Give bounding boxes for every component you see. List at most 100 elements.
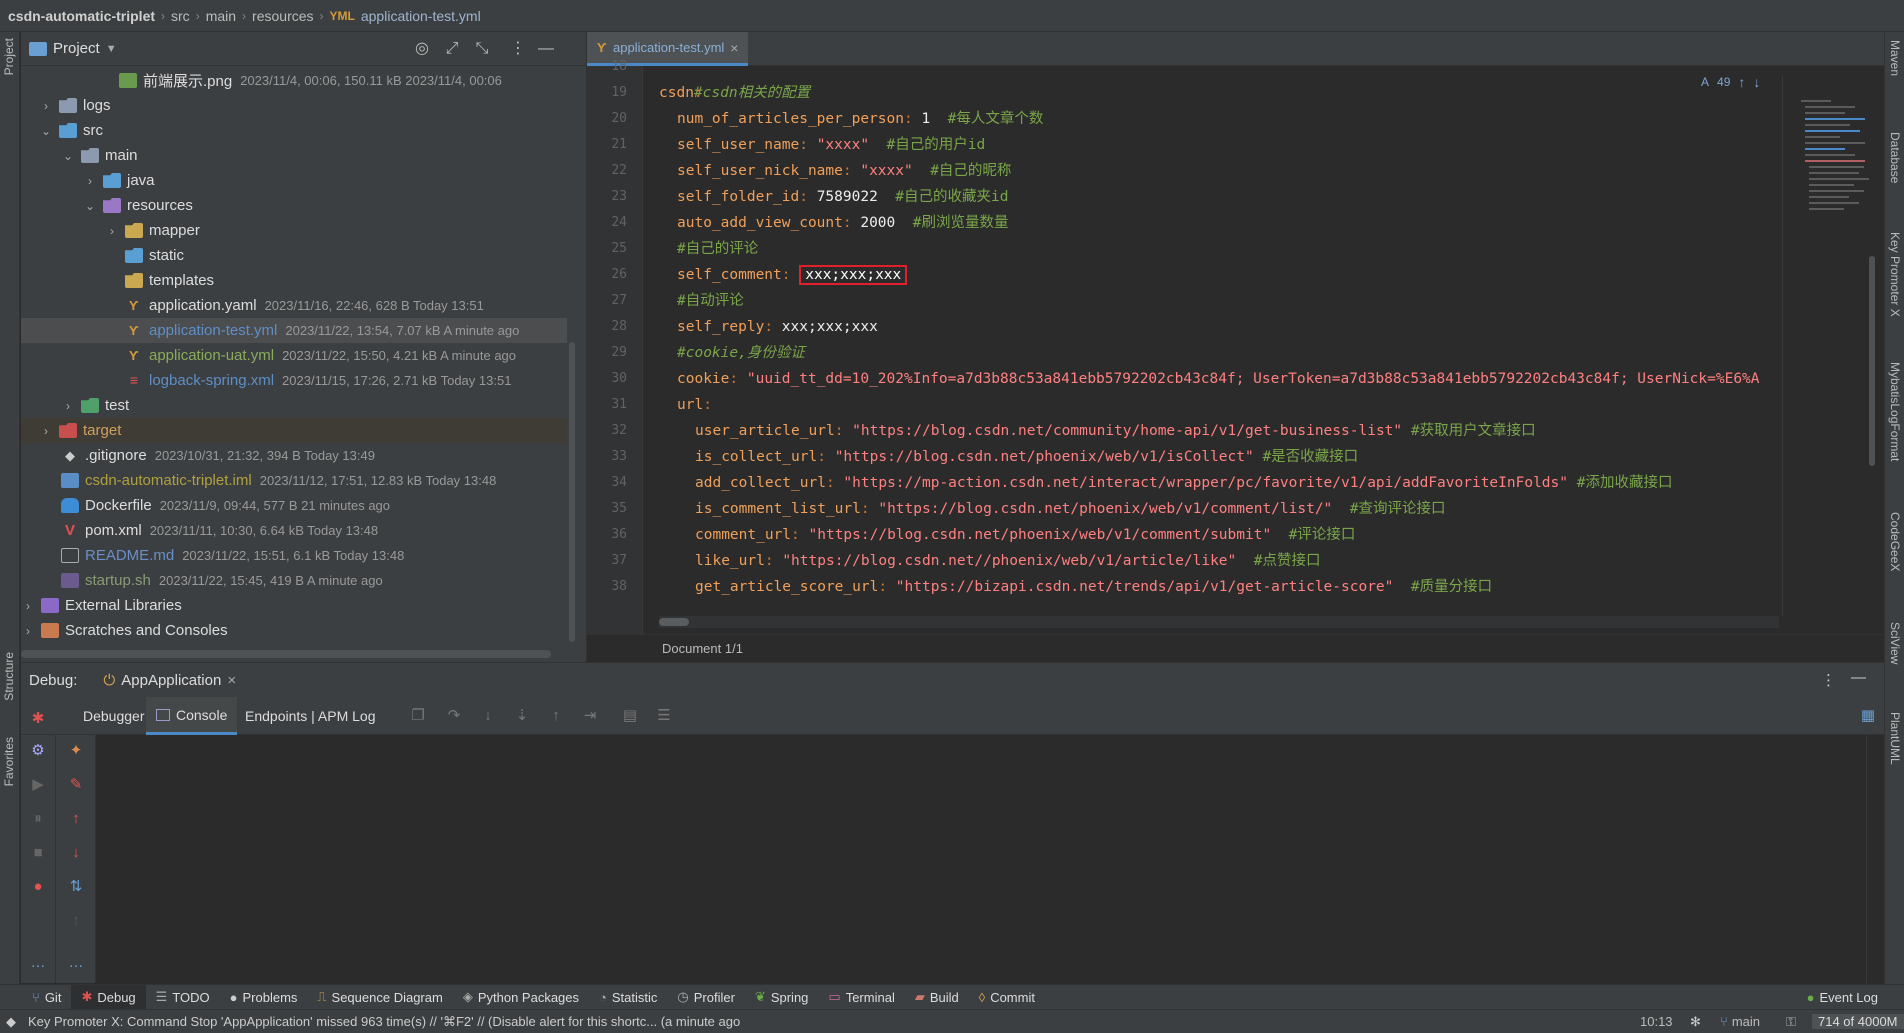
tool-statistic[interactable]: ◔ Statistic xyxy=(589,985,667,1010)
pause-icon[interactable]: ⏸ xyxy=(28,809,48,829)
breadcrumb-project[interactable]: csdn-automatic-triplet xyxy=(8,8,155,24)
tree-item-static[interactable]: static xyxy=(21,243,567,268)
tool-commit[interactable]: ◊ Commit xyxy=(969,985,1045,1010)
tab-endpoints-apm-log[interactable]: Endpoints | APM Log xyxy=(235,697,386,735)
scroll-to-top-icon[interactable]: ↑ xyxy=(66,911,86,931)
hide-panel-icon[interactable]: — xyxy=(537,40,555,58)
vertical-scrollbar[interactable] xyxy=(569,342,575,642)
ide-status-icon[interactable]: ✻ xyxy=(1690,1014,1701,1030)
step-over-icon[interactable]: ↷ xyxy=(445,707,463,725)
expand-all-icon[interactable]: ⤢ xyxy=(443,40,461,58)
chevron-down-icon[interactable]: ⌄ xyxy=(83,199,97,213)
tree-item-java[interactable]: › java xyxy=(21,168,567,193)
mybatis-log-tool-tab[interactable]: MybatisLogFormat xyxy=(1888,362,1902,461)
chevron-right-icon[interactable]: › xyxy=(61,399,75,413)
editor-horizontal-scrollbar[interactable] xyxy=(659,618,689,626)
tree-item-application-uat-yml[interactable]: Ƴ application-uat.yml 2023/11/22, 15:50,… xyxy=(21,343,567,368)
stop-icon[interactable]: ■ xyxy=(28,843,48,863)
tree-item-external-libraries[interactable]: › External Libraries xyxy=(21,593,567,618)
tool-event-log[interactable]: ● Event Log xyxy=(1797,985,1888,1010)
hide-panel-icon[interactable]: — xyxy=(1851,669,1866,686)
tool-spring[interactable]: ❦ Spring xyxy=(745,985,818,1010)
more-icon[interactable]: … xyxy=(66,953,86,973)
chevron-right-icon[interactable]: › xyxy=(83,174,97,188)
status-message[interactable]: Key Promoter X: Command Stop 'AppApplica… xyxy=(28,1014,740,1030)
tab-debugger[interactable]: Debugger xyxy=(73,697,155,735)
chevron-right-icon[interactable]: › xyxy=(39,99,53,113)
tree-item-readme[interactable]: README.md 2023/11/22, 15:51, 6.1 kB Toda… xyxy=(21,543,567,568)
locate-file-icon[interactable]: ◎ xyxy=(413,40,431,58)
chevron-right-icon[interactable]: › xyxy=(105,224,119,238)
tree-item-logback-spring-xml[interactable]: ≡ logback-spring.xml 2023/11/15, 17:26, … xyxy=(21,368,567,393)
memory-indicator[interactable]: 714 of 4000M xyxy=(1812,1014,1904,1029)
tree-item-pom-xml[interactable]: V pom.xml 2023/11/11, 10:30, 6.64 kB Tod… xyxy=(21,518,567,543)
breadcrumb-main[interactable]: main xyxy=(206,8,236,24)
tree-item-application-test-yml[interactable]: Ƴ application-test.yml 2023/11/22, 13:54… xyxy=(21,318,567,343)
layout-settings-icon[interactable]: ▦ xyxy=(1859,707,1877,725)
tree-item-application-yaml[interactable]: Ƴ application.yaml 2023/11/16, 22:46, 62… xyxy=(21,293,567,318)
chevron-down-icon[interactable]: ▼ xyxy=(106,43,117,55)
editor-breadcrumb-status[interactable]: Document 1/1 xyxy=(587,634,1884,662)
options-menu-icon[interactable]: ⋮ xyxy=(1821,671,1836,689)
evaluate-expression-icon[interactable]: ▤ xyxy=(621,707,639,725)
restore-layout-icon[interactable]: ❐ xyxy=(409,707,427,725)
tree-item-target[interactable]: › target xyxy=(21,418,567,443)
tree-item-test[interactable]: › test xyxy=(21,393,567,418)
chevron-right-icon[interactable]: › xyxy=(21,599,35,613)
tree-item-preview-png[interactable]: 前端展示.png 2023/11/4, 00:06, 150.11 kB 202… xyxy=(21,68,567,93)
tree-item-startup-sh[interactable]: startup.sh 2023/11/22, 15:45, 419 B A mi… xyxy=(21,568,567,593)
sciview-tool-tab[interactable]: SciView xyxy=(1888,622,1902,664)
tree-item-gitignore[interactable]: ◆ .gitignore 2023/10/31, 21:32, 394 B To… xyxy=(21,443,567,468)
clear-console-icon[interactable]: ✎ xyxy=(66,775,86,795)
close-icon[interactable]: × xyxy=(227,672,236,689)
arrow-up-icon[interactable]: ↑ xyxy=(1738,74,1745,90)
tree-item-resources[interactable]: ⌄ resources xyxy=(21,193,567,218)
editor-horizontal-scroll-track[interactable] xyxy=(659,616,1779,628)
project-view-selector[interactable]: Project xyxy=(53,40,100,57)
sort-icon[interactable]: ⇅ xyxy=(66,877,86,897)
breadcrumb-file[interactable]: application-test.yml xyxy=(361,8,481,24)
tool-git[interactable]: ⑂ Git xyxy=(22,985,71,1010)
tree-item-iml[interactable]: csdn-automatic-triplet.iml 2023/11/12, 1… xyxy=(21,468,567,493)
chevron-down-icon[interactable]: ⌄ xyxy=(61,149,75,163)
collapse-all-icon[interactable]: ⤡ xyxy=(473,40,491,58)
console-output[interactable] xyxy=(96,735,1866,983)
inspection-widget[interactable]: A 49 ↑ ↓ xyxy=(1697,74,1765,90)
bug-icon[interactable]: ✱ xyxy=(28,709,48,729)
more-icon[interactable]: … xyxy=(28,953,48,973)
database-tool-tab[interactable]: Database xyxy=(1888,132,1902,183)
arrow-down-icon[interactable]: ↓ xyxy=(1753,74,1760,90)
maven-tool-tab[interactable]: Maven xyxy=(1888,40,1902,76)
console-scroll-gutter[interactable] xyxy=(1866,735,1884,983)
tool-sequence-diagram[interactable]: ⎍ Sequence Diagram xyxy=(307,985,452,1010)
run-to-cursor-icon[interactable]: ⇥ xyxy=(581,707,599,725)
breadcrumb-resources[interactable]: resources xyxy=(252,8,313,24)
tree-item-logs[interactable]: › logs xyxy=(21,93,567,118)
force-step-into-icon[interactable]: ⇣ xyxy=(513,707,531,725)
plantuml-tool-tab[interactable]: PlantUML xyxy=(1888,712,1902,765)
tree-item-src[interactable]: ⌄ src xyxy=(21,118,567,143)
key-promoter-tool-tab[interactable]: Key Promoter X xyxy=(1888,232,1902,317)
structure-tool-tab[interactable]: Structure xyxy=(2,652,16,701)
lock-icon[interactable]: ⚿ xyxy=(1786,1014,1796,1030)
codegeex-tool-tab[interactable]: CodeGeeX xyxy=(1888,512,1902,571)
step-out-icon[interactable]: ↑ xyxy=(547,707,565,725)
scroll-down-icon[interactable]: ↓ xyxy=(66,843,86,863)
tree-item-scratches[interactable]: › Scratches and Consoles xyxy=(21,618,567,643)
run-config-tab[interactable]: ⏻ AppApplication × xyxy=(103,672,236,689)
tool-python-packages[interactable]: ◈ Python Packages xyxy=(453,985,589,1010)
project-tool-tab[interactable]: Project xyxy=(2,38,16,75)
tool-problems[interactable]: ● Problems xyxy=(220,985,308,1010)
settings-gear-icon[interactable]: ⚙ xyxy=(28,741,48,761)
cursor-position[interactable]: 10:13 xyxy=(1640,1014,1673,1029)
view-breakpoints-icon[interactable]: ● xyxy=(28,877,48,897)
tool-todo[interactable]: ☰ TODO xyxy=(146,985,220,1010)
horizontal-scrollbar[interactable] xyxy=(21,650,551,658)
breadcrumb-src[interactable]: src xyxy=(171,8,190,24)
chevron-right-icon[interactable]: › xyxy=(21,624,35,638)
chevron-down-icon[interactable]: ⌄ xyxy=(39,124,53,138)
tool-terminal[interactable]: ▭ Terminal xyxy=(818,985,904,1010)
favorites-tool-tab[interactable]: Favorites xyxy=(2,737,16,786)
chevron-right-icon[interactable]: › xyxy=(39,424,53,438)
tool-build[interactable]: ▰ Build xyxy=(905,985,969,1010)
